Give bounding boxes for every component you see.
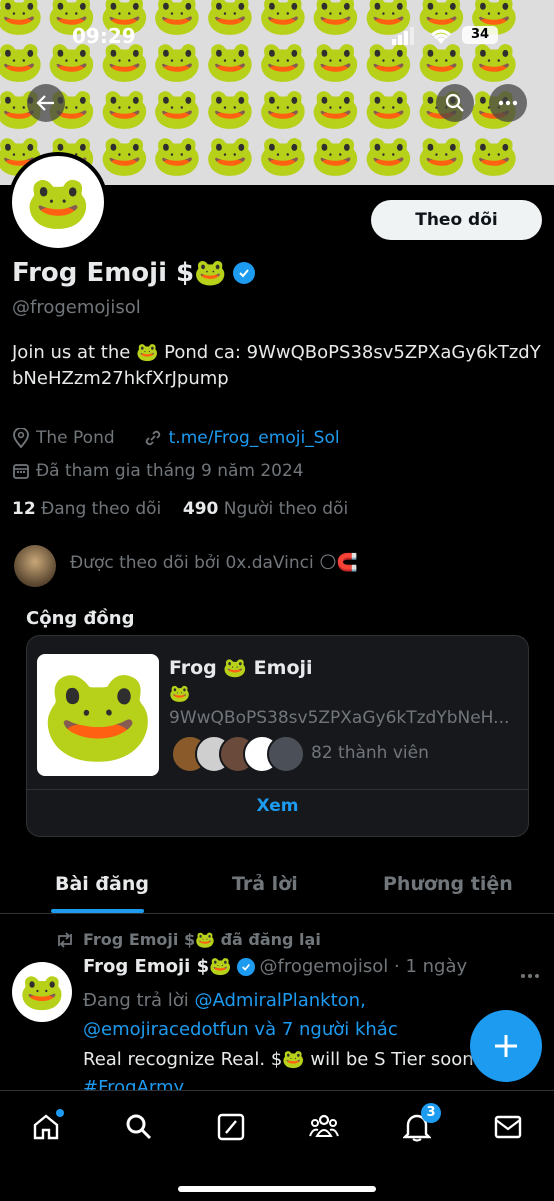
location-pin-icon [13,428,29,448]
post-more-icon[interactable] [520,964,540,983]
post-header: Frog Emoji $🐸 @frogemojisol · 1 ngày [83,956,467,977]
follow-button[interactable]: Theo dõi [371,200,542,240]
profile-bio: Join us at the 🐸 Pond ca: 9WwQBoPS38sv5Z… [12,342,541,389]
profile-name: Frog Emoji $🐸 [12,258,255,288]
home-icon [33,1114,59,1140]
battery-indicator: 34 [462,26,498,44]
mail-icon [494,1115,522,1139]
back-button[interactable] [27,84,65,122]
community-description: 9WwQBoPS38sv5ZPXaGy6kTzdYbNeH... [169,708,510,728]
post-body-text: Real recognize Real. $🐸 will be S Tier s… [83,1049,480,1070]
notification-badge: 3 [421,1103,441,1123]
following-link[interactable]: 12 Đang theo dõi [12,499,161,519]
community-section-title: Cộng đồng [26,608,135,629]
joined-text: Đã tham gia tháng 9 năm 2024 [36,461,304,481]
post-author-avatar[interactable]: 🐸 [12,962,72,1022]
tabs-divider [0,913,554,914]
communities-icon [309,1114,339,1137]
plus-icon [495,1035,517,1057]
followed-by-text[interactable]: Được theo dõi bởi 0x.daVinci 🌕🧲 [70,553,358,573]
post-handle-time: @frogemojisol · 1 ngày [259,956,468,977]
community-image: 🐸 [37,654,159,776]
follower-avatar[interactable] [14,545,56,587]
tab-media[interactable]: Phương tiện [383,873,513,895]
follow-counts: 12 Đang theo dõi 490 Người theo dõi [12,499,348,519]
nav-communities[interactable] [304,1107,344,1147]
more-options-button[interactable] [489,84,527,122]
followers-label: Người theo dõi [223,499,349,519]
link-icon [145,430,160,446]
profile-handle: @frogemojisol [12,297,141,318]
following-label: Đang theo dõi [41,499,162,519]
grok-icon [217,1113,245,1141]
search-button[interactable] [436,84,474,122]
home-unread-dot [56,1109,64,1117]
verified-badge-icon [236,957,255,976]
compose-button[interactable] [470,1010,542,1082]
followers-link[interactable]: 490 Người theo dõi [183,499,348,519]
arrow-left-icon [36,95,54,111]
repost-text: Frog Emoji $🐸 đã đăng lại [83,930,321,949]
signal-icon [392,27,416,49]
nav-messages[interactable] [488,1107,528,1147]
community-divider [27,789,528,790]
search-icon [126,1114,152,1140]
website-link[interactable]: t.me/Frog_emoji_Sol [169,428,340,448]
profile-name-text: Frog Emoji $🐸 [12,258,227,288]
location-text: The Pond [36,428,115,448]
nav-home[interactable] [26,1107,66,1147]
tab-replies[interactable]: Trả lời [232,873,298,895]
home-indicator [178,1186,376,1192]
joined-row: Đã tham gia tháng 9 năm 2024 [12,461,304,481]
tab-posts[interactable]: Bài đăng [55,873,149,895]
community-member-avatars [171,735,305,773]
post-author-name[interactable]: Frog Emoji $🐸 [83,956,232,977]
community-view-button[interactable]: Xem [27,796,528,816]
nav-search[interactable] [119,1107,159,1147]
nav-grok[interactable] [211,1107,251,1147]
profile-avatar[interactable]: 🐸 [8,152,108,252]
community-card[interactable]: 🐸 Frog 🐸 Emoji 🐸 9WwQBoPS38sv5ZPXaGy6kTz… [26,635,529,837]
bottom-navigation: 3 [0,1090,554,1201]
replying-prefix: Đang trả lời [83,990,189,1011]
followers-count: 490 [182,499,219,519]
calendar-icon [13,464,29,479]
member-avatar [267,735,305,773]
nav-notifications[interactable]: 3 [397,1103,441,1147]
more-dots-icon [498,100,518,106]
community-emoji-line: 🐸 [169,684,191,704]
search-icon [445,93,464,112]
reply-mention-2[interactable]: @emojiracedotfun [83,1019,249,1040]
community-member-count: 82 thành viên [311,743,429,763]
verified-badge-icon[interactable] [232,262,255,284]
wifi-icon [428,26,454,50]
status-time: 09:29 [72,24,136,48]
repost-icon [58,931,72,948]
reply-mention-1[interactable]: @AdmiralPlankton, [195,990,366,1011]
profile-meta-row: The Pond t.me/Frog_emoji_Sol [12,428,340,448]
reply-others[interactable]: và 7 người khác [254,1019,397,1040]
repost-indicator: Frog Emoji $🐸 đã đăng lại [55,930,321,949]
community-name: Frog 🐸 Emoji [169,657,313,679]
following-count: 12 [12,499,36,519]
